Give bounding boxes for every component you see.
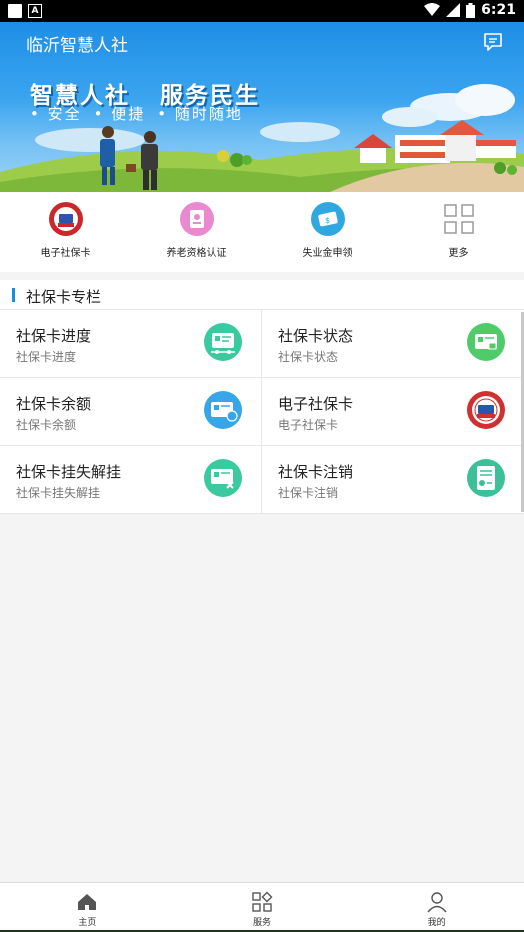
card-loss-icon <box>204 459 242 497</box>
notification-square-icon <box>8 4 22 18</box>
wifi-icon <box>424 3 441 16</box>
e-social-card-tile[interactable]: 电子社保卡 电子社保卡 <box>262 378 524 446</box>
battery-icon <box>466 2 476 18</box>
e-social-card-icon <box>48 202 83 236</box>
message-icon[interactable] <box>482 31 504 53</box>
quick-action-e-social-card[interactable]: 电子社保卡 <box>0 192 131 272</box>
section-header: 社保卡专栏 <box>0 280 524 310</box>
app-title: 临沂智慧人社 <box>26 36 128 56</box>
profile-icon <box>427 892 447 913</box>
quick-action-more[interactable]: 更多 <box>393 192 524 272</box>
banner-subslogan: • 安全 • 便捷 • 随时随地 <box>30 105 243 123</box>
pension-auth-icon <box>179 202 214 236</box>
card-status-tile[interactable]: 社保卡状态 社保卡状态 <box>262 310 524 378</box>
tab-home[interactable]: 主页 <box>0 883 175 932</box>
header-banner: 临沂智慧人社 智慧人社 服务民生 • 安全 • 便捷 • 随时随地 <box>0 22 524 192</box>
unemployment-icon: $ <box>310 202 345 236</box>
card-cancel-tile[interactable]: 社保卡注销 社保卡注销 <box>262 446 524 514</box>
tab-profile[interactable]: 我的 <box>349 883 524 932</box>
bottom-tab-bar: 主页 服务 我的 <box>0 882 524 932</box>
status-time: 6:21 <box>481 2 516 18</box>
quick-action-unemployment[interactable]: $ 失业金申领 <box>262 192 393 272</box>
home-icon <box>78 894 97 910</box>
card-progress-icon <box>204 323 242 361</box>
card-progress-tile[interactable]: 社保卡进度 社保卡进度 <box>0 310 262 378</box>
status-bar: A 6:21 <box>0 0 524 22</box>
services-icon <box>252 891 273 912</box>
more-grid-icon <box>443 204 474 234</box>
svg-text:$: $ <box>325 216 330 225</box>
card-cancel-icon <box>467 459 505 497</box>
card-balance-tile[interactable]: 社保卡余额 社保卡余额 <box>0 378 262 446</box>
quick-action-pension-auth[interactable]: 养老资格认证 <box>131 192 262 272</box>
section-title: 社保卡专栏 <box>26 288 102 306</box>
quick-actions: 电子社保卡 养老资格认证 $ 失业金申领 更多 <box>0 192 524 272</box>
social-card-grid: 社保卡进度 社保卡进度 社保卡状态 社保卡状态 社保卡余额 社保卡余额 电子社保… <box>0 310 524 514</box>
card-status-icon <box>467 323 505 361</box>
card-loss-tile[interactable]: 社保卡挂失解挂 社保卡挂失解挂 <box>0 446 262 514</box>
tab-services[interactable]: 服务 <box>175 883 350 932</box>
signal-icon <box>446 3 461 17</box>
notification-a-icon: A <box>28 4 42 18</box>
e-social-card-icon <box>467 391 505 429</box>
section-accent-bar <box>12 288 15 302</box>
card-balance-icon <box>204 391 242 429</box>
